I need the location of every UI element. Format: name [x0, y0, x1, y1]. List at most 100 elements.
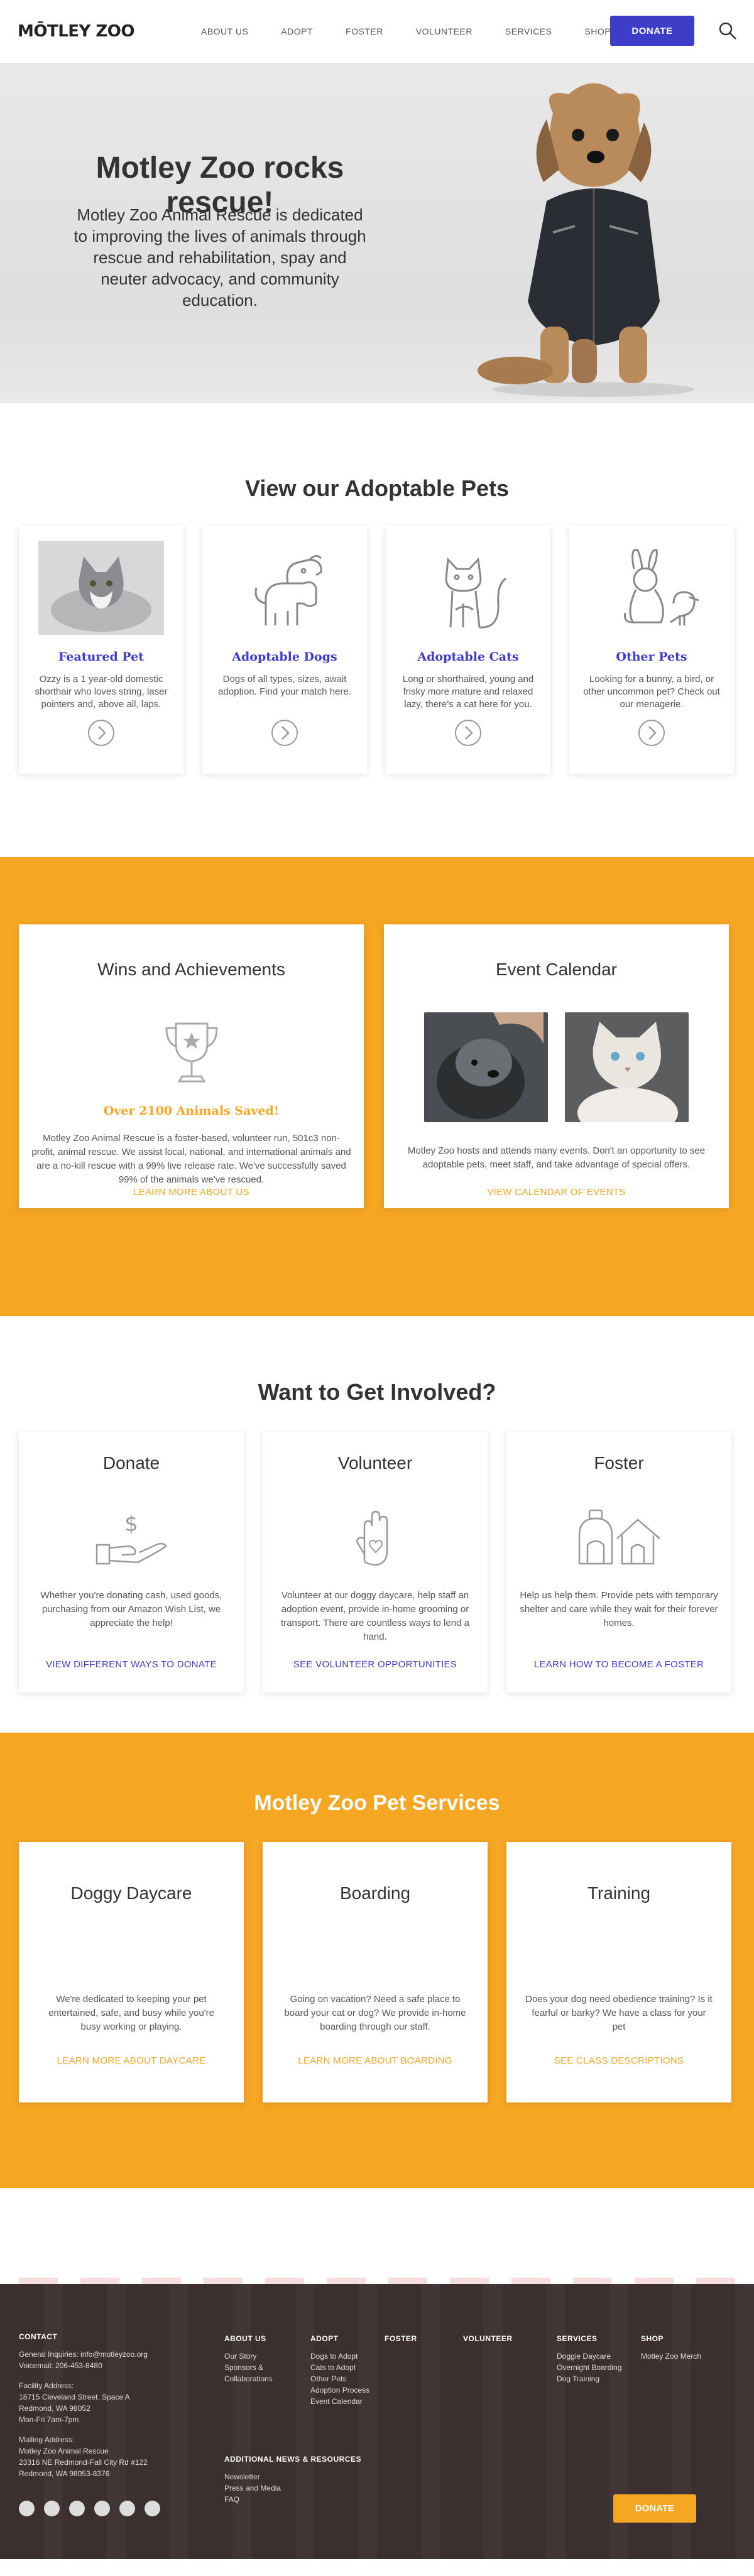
facebook-icon[interactable]: [19, 2501, 35, 2516]
footer-link[interactable]: Cats to Adopt: [310, 2362, 369, 2373]
raised-hand-heart-icon: [356, 1510, 388, 1566]
footer-mailing-street: 23316 NE Redmond-Fall City Rd #122: [19, 2458, 148, 2467]
adoptable-dogs-text: Dogs of all types, sizes, await adoption…: [218, 674, 351, 697]
volunteer-card-title: Volunteer: [337, 1453, 413, 1473]
footer-link[interactable]: Other Pets: [310, 2373, 369, 2384]
nav-volunteer[interactable]: VOLUNTEER: [416, 26, 473, 36]
decor-stripe: [204, 2278, 243, 2284]
footer-adopt: ADOPT Dogs to Adopt Cats to Adopt Other …: [310, 2334, 369, 2407]
footer-shop: SHOP Motley Zoo Merch: [641, 2334, 701, 2362]
arrow-right-circle-icon[interactable]: [638, 719, 665, 747]
footer-link[interactable]: Overnight Boarding: [557, 2362, 621, 2373]
view-calendar-link[interactable]: VIEW CALENDAR OF EVENTS: [384, 1187, 729, 1198]
wins-title: Wins and Achievements: [97, 960, 285, 979]
events-text: Motley Zoo hosts and attends many events…: [407, 1145, 706, 1170]
ways-to-donate-link[interactable]: VIEW DIFFERENT WAYS TO DONATE: [19, 1659, 244, 1670]
foster-card-text: Help us help them. Provide pets with tem…: [520, 1590, 718, 1628]
twitter-icon[interactable]: [44, 2501, 60, 2516]
footer-facility-label: Facility Address:: [19, 2381, 74, 2390]
boarding-link[interactable]: LEARN MORE ABOUT BOARDING: [263, 2055, 488, 2066]
site-header: MŌTLEY ZOO ABOUT US ADOPT FOSTER VOLUNTE…: [0, 0, 754, 63]
footer-link[interactable]: Press and Media: [224, 2482, 361, 2494]
volunteer-card: Volunteer Volunteer at our doggy daycare…: [263, 1432, 488, 1692]
footer-link[interactable]: Newsletter: [224, 2471, 361, 2482]
hero-text: Motley Zoo Animal Rescue is dedicated to…: [74, 205, 366, 310]
footer-contact: CONTACT General Inquiries: info@motleyzo…: [19, 2332, 207, 2488]
site-logo[interactable]: MŌTLEY ZOO: [18, 22, 134, 41]
footer-foster: FOSTER: [385, 2334, 417, 2351]
footer-link[interactable]: Dogs to Adopt: [310, 2351, 369, 2362]
event-calendar-card: Event Calendar Motley Zoo hosts and atte…: [384, 924, 729, 1208]
footer-volunteer-title[interactable]: VOLUNTEER: [463, 2334, 513, 2343]
adoptable-cats-title: Adoptable Cats: [417, 650, 519, 664]
nav-foster[interactable]: FOSTER: [346, 26, 383, 36]
decor-stripe: [450, 2278, 489, 2284]
nav-adopt[interactable]: ADOPT: [281, 26, 313, 36]
training-link[interactable]: SEE CLASS DESCRIPTIONS: [506, 2055, 731, 2066]
footer-link[interactable]: Our Story: [224, 2351, 273, 2362]
footer-services-title[interactable]: SERVICES: [557, 2334, 621, 2343]
other-pets-card[interactable]: Other Pets Looking for a bunny, a bird, …: [569, 526, 734, 774]
email-icon[interactable]: [69, 2501, 85, 2516]
decor-stripe: [265, 2278, 304, 2284]
hero-banner: Motley Zoo rocks rescue! Motley Zoo Anim…: [0, 63, 754, 403]
footer-shop-title[interactable]: SHOP: [641, 2334, 701, 2343]
footer-mailing-city: Redmond, WA 98053-8376: [19, 2469, 110, 2478]
arrow-right-circle-icon[interactable]: [271, 719, 298, 747]
youtube-icon[interactable]: [145, 2501, 160, 2516]
footer-adopt-title[interactable]: ADOPT: [310, 2334, 369, 2343]
daycare-link[interactable]: LEARN MORE ABOUT DAYCARE: [19, 2055, 244, 2066]
daycare-card: Doggy Daycare We're dedicated to keeping…: [19, 1842, 244, 2102]
footer-facility-street: 18715 Cleveland Street, Space A: [19, 2393, 130, 2401]
pinterest-icon[interactable]: [94, 2501, 110, 2516]
other-pets-title: Other Pets: [616, 650, 687, 664]
daycare-text: We're dedicated to keeping your pet ente…: [48, 1994, 214, 2032]
other-pets-text: Looking for a bunny, a bird, or other un…: [583, 674, 720, 710]
trophy-icon: [165, 1022, 218, 1083]
footer-link[interactable]: Adoption Process: [310, 2384, 369, 2396]
footer-contact-title: CONTACT: [19, 2332, 58, 2341]
arrow-right-circle-icon[interactable]: [87, 719, 115, 747]
footer-voicemail: Voicemail: 206-453-8480: [19, 2361, 102, 2370]
footer-link[interactable]: Motley Zoo Merch: [641, 2351, 701, 2362]
footer-about-title[interactable]: ABOUT US: [224, 2334, 273, 2343]
decor-stripe: [635, 2278, 674, 2284]
footer-volunteer: VOLUNTEER: [463, 2334, 513, 2351]
pet-houses-icon: [578, 1509, 660, 1565]
footer-donate-button[interactable]: DONATE: [613, 2494, 696, 2523]
featured-pet-card[interactable]: Featured Pet Ozzy is a 1 year-old domest…: [19, 526, 183, 774]
adoptable-cats-card[interactable]: Adoptable Cats Long or shorthaired, youn…: [386, 526, 550, 774]
donate-card-title: Donate: [102, 1453, 160, 1473]
svg-text:$: $: [124, 1512, 138, 1537]
decor-stripe: [142, 2278, 181, 2284]
footer-foster-title[interactable]: FOSTER: [385, 2334, 417, 2343]
nav-shop[interactable]: SHOP: [584, 26, 611, 36]
footer-link[interactable]: Sponsors &: [224, 2362, 273, 2373]
footer-spacer: [0, 2188, 754, 2284]
become-foster-link[interactable]: LEARN HOW TO BECOME A FOSTER: [506, 1659, 731, 1670]
events-title: Event Calendar: [495, 960, 617, 979]
footer-email[interactable]: General Inquiries: info@motleyzoo.org: [19, 2349, 207, 2360]
adoptable-pets-section: View our Adoptable Pets Featured Pet Ozz…: [0, 403, 754, 857]
instagram-icon[interactable]: [119, 2501, 135, 2516]
nav-about[interactable]: ABOUT US: [201, 26, 248, 36]
volunteer-opportunities-link[interactable]: SEE VOLUNTEER OPPORTUNITIES: [263, 1659, 488, 1670]
search-icon[interactable]: [718, 21, 737, 40]
footer-link[interactable]: FAQ: [224, 2494, 361, 2505]
footer-link[interactable]: Doggie Daycare: [557, 2351, 621, 2362]
footer-about: ABOUT US Our Story Sponsors & Collaborat…: [224, 2334, 273, 2384]
footer-link[interactable]: Collaborations: [224, 2373, 273, 2384]
arrow-right-circle-icon[interactable]: [454, 719, 482, 747]
boarding-text: Going on vacation? Need a safe place to …: [284, 1994, 466, 2032]
nav-services[interactable]: SERVICES: [505, 26, 552, 36]
header-donate-button[interactable]: DONATE: [610, 16, 694, 46]
kitten-photo: [38, 541, 164, 635]
footer-link[interactable]: Event Calendar: [310, 2396, 369, 2407]
footer-link[interactable]: Dog Training: [557, 2373, 621, 2384]
training-card: Training Does your dog need obedience tr…: [506, 1842, 731, 2102]
adoptable-dogs-card[interactable]: Adoptable Dogs Dogs of all types, sizes,…: [202, 526, 367, 774]
get-involved-section: Want to Get Involved? Donate $ Whether y…: [0, 1316, 754, 1733]
site-footer: CONTACT General Inquiries: info@motleyzo…: [0, 2284, 754, 2559]
learn-more-about-us-link[interactable]: LEARN MORE ABOUT US: [19, 1187, 364, 1198]
decor-stripe: [327, 2278, 366, 2284]
